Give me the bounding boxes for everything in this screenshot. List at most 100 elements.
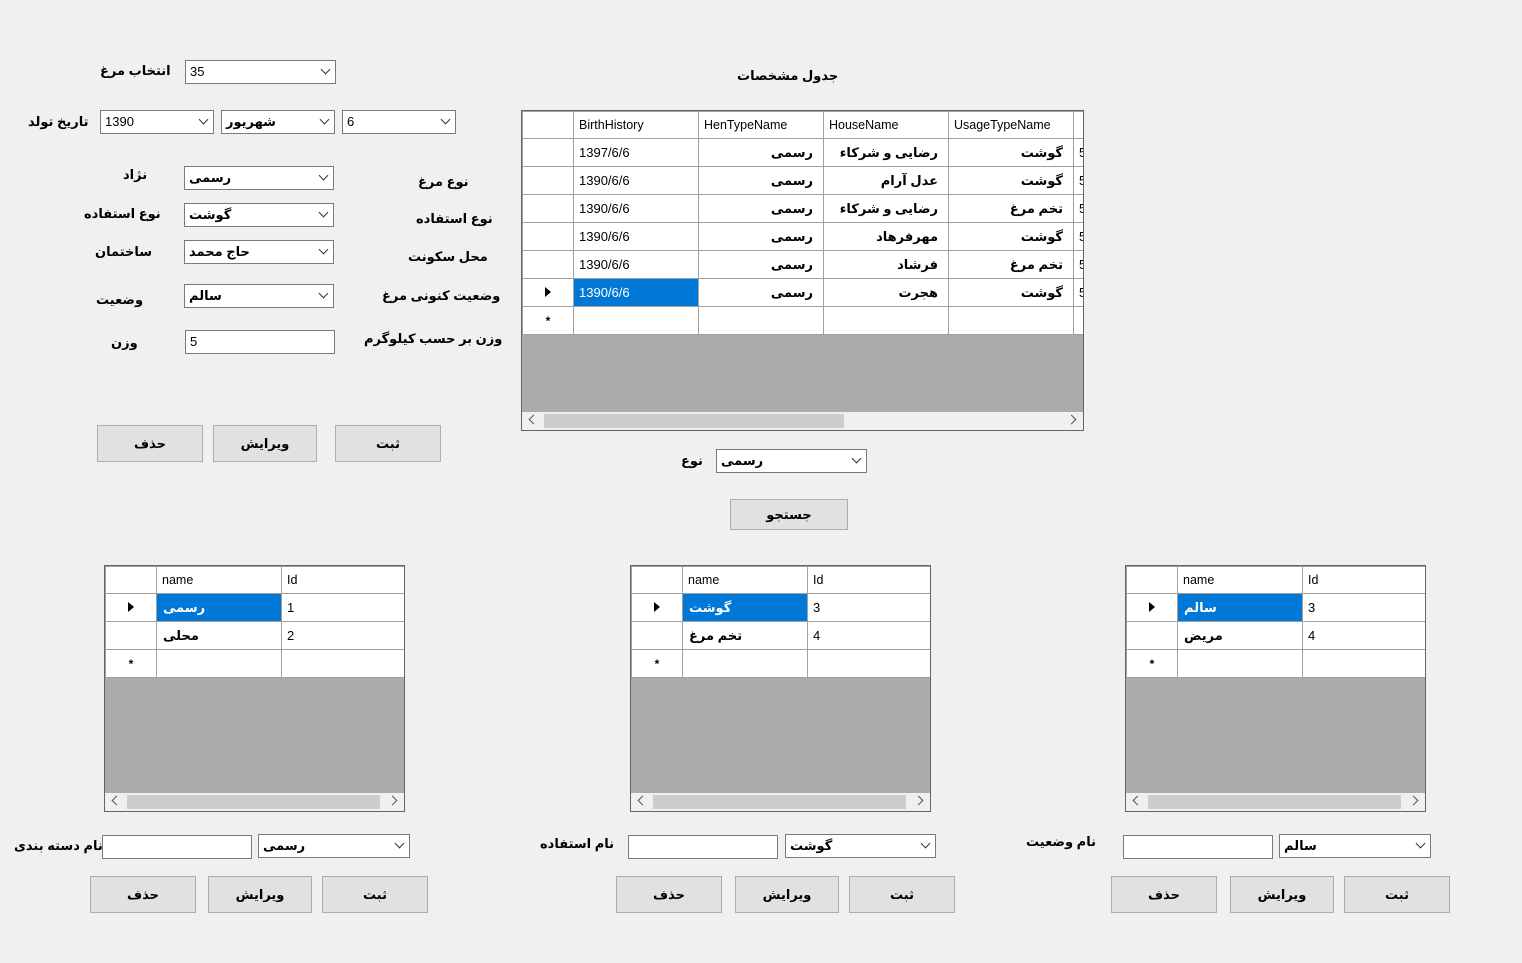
house-name-cell[interactable]: رضایی و شرکاء <box>823 138 949 167</box>
name-cell[interactable]: رسمی <box>156 593 282 622</box>
column-header[interactable] <box>1073 111 1083 139</box>
usage-type-cell[interactable]: تخم مرغ <box>948 250 1074 279</box>
birth-history-cell[interactable]: 1390/6/6 <box>573 278 699 307</box>
usage-grid[interactable]: name Id گوشت 3 تخم مرغ 4 * <box>630 565 931 812</box>
row-header[interactable] <box>522 138 574 167</box>
weight-cell[interactable]: 5 <box>1073 194 1083 223</box>
filter-type-combo[interactable]: رسمی <box>716 449 867 473</box>
category-delete-button[interactable]: حذف <box>90 876 196 913</box>
usage-type-cell[interactable]: گوشت <box>948 278 1074 307</box>
name-cell[interactable]: سالم <box>1177 593 1303 622</box>
scroll-right-icon[interactable] <box>387 795 398 806</box>
horizontal-scrollbar[interactable] <box>522 412 1083 430</box>
breed-combo[interactable]: رسمی <box>184 166 334 190</box>
usage-panel-combo[interactable]: گوشت <box>785 834 936 858</box>
id-cell[interactable]: 2 <box>281 621 404 650</box>
status-delete-button[interactable]: حذف <box>1111 876 1217 913</box>
usage-delete-button[interactable]: حذف <box>616 876 722 913</box>
category-edit-button[interactable]: ویرایش <box>208 876 312 913</box>
id-cell[interactable]: 4 <box>1302 621 1425 650</box>
column-header[interactable]: HouseName <box>823 111 949 139</box>
empty-cell[interactable] <box>698 306 824 335</box>
column-header[interactable]: Id <box>1302 566 1425 594</box>
row-header[interactable] <box>522 278 574 307</box>
birth-history-cell[interactable]: 1390/6/6 <box>573 250 699 279</box>
usage-type-cell[interactable]: تخم مرغ <box>948 194 1074 223</box>
hen-type-cell[interactable]: رسمی <box>698 166 824 195</box>
table-row-selected[interactable]: 1390/6/6 رسمی هجرت گوشت 5 <box>522 278 1083 307</box>
house-name-cell[interactable]: هجرت <box>823 278 949 307</box>
column-header[interactable]: Id <box>807 566 930 594</box>
scroll-right-icon[interactable] <box>1408 795 1419 806</box>
horizontal-scrollbar[interactable] <box>105 793 404 811</box>
table-row-selected[interactable]: سالم 3 <box>1126 593 1425 622</box>
scroll-right-icon[interactable] <box>1066 414 1077 425</box>
delete-button[interactable]: حذف <box>97 425 203 462</box>
empty-cell[interactable] <box>1302 649 1425 678</box>
row-header[interactable] <box>522 166 574 195</box>
birth-history-cell[interactable]: 1390/6/6 <box>573 166 699 195</box>
weight-cell[interactable]: 5 <box>1073 222 1083 251</box>
scrollbar-thumb[interactable] <box>127 795 380 809</box>
row-header[interactable] <box>522 250 574 279</box>
status-name-input[interactable] <box>1123 835 1273 859</box>
column-header[interactable]: BirthHistory <box>573 111 699 139</box>
usage-save-button[interactable]: ثبت <box>849 876 955 913</box>
weight-cell[interactable]: 5 <box>1073 138 1083 167</box>
name-cell[interactable]: گوشت <box>682 593 808 622</box>
table-row[interactable]: 1390/6/6 رسمی مهرفرهاد گوشت 5 <box>522 222 1083 251</box>
status-combo[interactable]: سالم <box>184 284 334 308</box>
column-header[interactable]: UsageTypeName <box>948 111 1074 139</box>
table-row[interactable]: تخم مرغ 4 <box>631 621 930 650</box>
usage-combo[interactable]: گوشت <box>184 203 334 227</box>
category-combo[interactable]: رسمی <box>258 834 410 858</box>
house-name-cell[interactable]: رضایی و شرکاء <box>823 194 949 223</box>
hen-type-cell[interactable]: رسمی <box>698 194 824 223</box>
table-row[interactable]: مریض 4 <box>1126 621 1425 650</box>
column-header[interactable]: name <box>1177 566 1303 594</box>
column-header[interactable]: HenTypeName <box>698 111 824 139</box>
table-row[interactable]: محلی 2 <box>105 621 404 650</box>
new-row[interactable]: * <box>1126 649 1425 678</box>
weight-cell[interactable]: 5 <box>1073 278 1083 307</box>
status-edit-button[interactable]: ویرایش <box>1230 876 1334 913</box>
house-name-cell[interactable]: عدل آرام <box>823 166 949 195</box>
table-row[interactable]: 1390/6/6 رسمی عدل آرام گوشت 5 <box>522 166 1083 195</box>
empty-cell[interactable] <box>573 306 699 335</box>
category-name-input[interactable] <box>102 835 252 859</box>
status-grid[interactable]: name Id سالم 3 مریض 4 * <box>1125 565 1426 812</box>
id-cell[interactable]: 3 <box>807 593 930 622</box>
new-row[interactable]: * <box>631 649 930 678</box>
row-header[interactable]: * <box>631 649 683 678</box>
id-cell[interactable]: 3 <box>1302 593 1425 622</box>
birth-history-cell[interactable]: 1390/6/6 <box>573 194 699 223</box>
scroll-left-icon[interactable] <box>1132 795 1143 806</box>
status-save-button[interactable]: ثبت <box>1344 876 1450 913</box>
weight-cell[interactable]: 5 <box>1073 250 1083 279</box>
row-header[interactable] <box>1126 621 1178 650</box>
name-cell[interactable]: تخم مرغ <box>682 621 808 650</box>
scroll-left-icon[interactable] <box>637 795 648 806</box>
usage-type-cell[interactable]: گوشت <box>948 222 1074 251</box>
scroll-left-icon[interactable] <box>111 795 122 806</box>
empty-cell[interactable] <box>1073 306 1083 335</box>
birth-month-combo[interactable]: شهریور <box>221 110 335 134</box>
new-row[interactable]: * <box>105 649 404 678</box>
empty-cell[interactable] <box>948 306 1074 335</box>
column-header[interactable]: Id <box>281 566 404 594</box>
usage-type-cell[interactable]: گوشت <box>948 166 1074 195</box>
row-header[interactable] <box>1126 593 1178 622</box>
building-combo[interactable]: حاج محمد <box>184 240 334 264</box>
birth-day-combo[interactable]: 6 <box>342 110 456 134</box>
search-button[interactable]: جستجو <box>730 499 848 530</box>
birth-year-combo[interactable]: 1390 <box>100 110 214 134</box>
scroll-left-icon[interactable] <box>528 414 539 425</box>
empty-cell[interactable] <box>281 649 404 678</box>
row-header[interactable]: * <box>522 306 574 335</box>
id-cell[interactable]: 1 <box>281 593 404 622</box>
weight-cell[interactable]: 5 <box>1073 166 1083 195</box>
column-header[interactable]: name <box>682 566 808 594</box>
save-button[interactable]: ثبت <box>335 425 441 462</box>
house-name-cell[interactable]: فرشاد <box>823 250 949 279</box>
scrollbar-thumb[interactable] <box>1148 795 1401 809</box>
